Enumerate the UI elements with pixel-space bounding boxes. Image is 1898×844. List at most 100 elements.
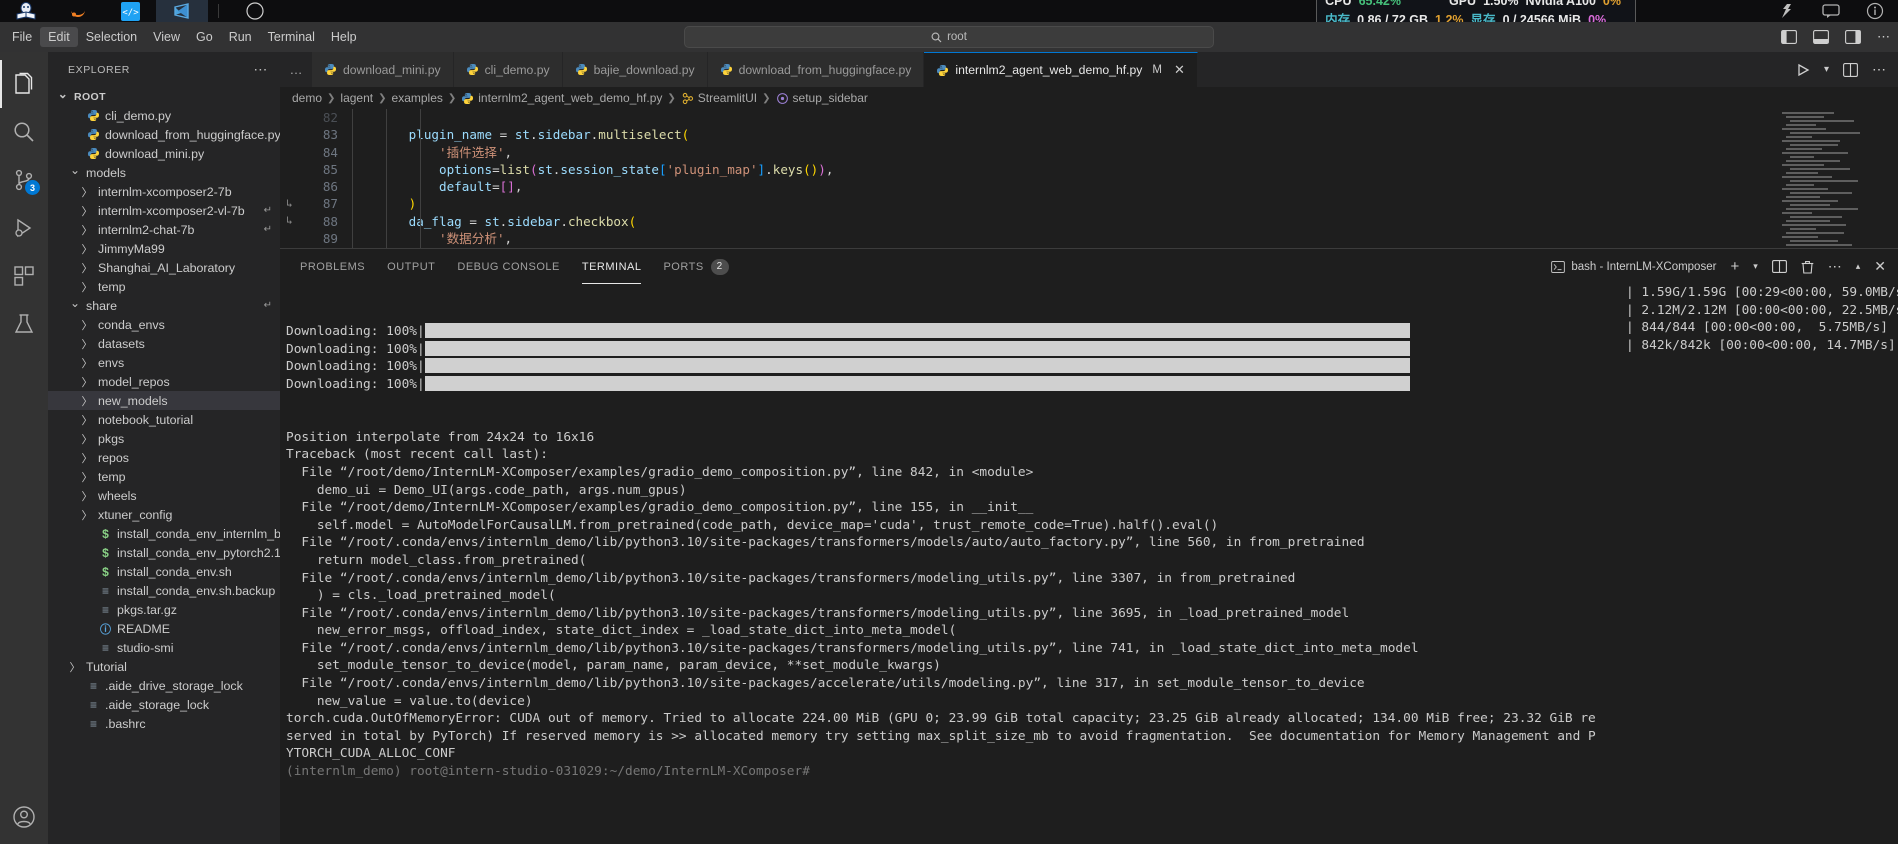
- tree-item-datasets[interactable]: datasets: [48, 334, 280, 353]
- menu-run[interactable]: Run: [221, 27, 260, 47]
- editor-tab-cli-demo-py[interactable]: cli_demo.py: [453, 52, 563, 87]
- tree-item-readme[interactable]: ⓘ README: [48, 619, 280, 638]
- menu-help[interactable]: Help: [323, 27, 365, 47]
- open-arrow-icon[interactable]: ↵: [264, 300, 272, 311]
- add-terminal-icon[interactable]: +: [1730, 258, 1739, 275]
- close-icon[interactable]: ✕: [1174, 62, 1185, 78]
- split-terminal-icon[interactable]: [1771, 260, 1787, 273]
- tree-item-xtuner-config[interactable]: xtuner_config: [48, 505, 280, 524]
- chat-icon[interactable]: [1822, 2, 1840, 20]
- tree-item-internlm-xcomposer2-7b[interactable]: internlm-xcomposer2-7b: [48, 182, 280, 201]
- breadcrumb-item-lagent[interactable]: lagent: [340, 91, 373, 105]
- toggle-panel-icon[interactable]: [1813, 30, 1829, 44]
- menu-file[interactable]: File: [4, 27, 40, 47]
- tree-item-temp[interactable]: temp: [48, 277, 280, 296]
- tree-item-cli-demo-py[interactable]: cli_demo.py: [48, 106, 280, 125]
- tree-item-install-conda-env-pytorch2-1-2-base-sh[interactable]: $ install_conda_env_pytorch2.1.2-base.sh: [48, 543, 280, 562]
- tree-item-download-from-huggingface-py[interactable]: download_from_huggingface.py: [48, 125, 280, 144]
- tree-item-jimmyma99[interactable]: JimmyMa99: [48, 239, 280, 258]
- tree-item-tutorial[interactable]: Tutorial: [48, 657, 280, 676]
- minimap[interactable]: [1776, 109, 1884, 248]
- more-icon[interactable]: ⋯: [1828, 258, 1842, 275]
- sidebar-item-accounts[interactable]: [0, 796, 48, 844]
- tree-item--aide-drive-storage-lock[interactable]: ≡ .aide_drive_storage_lock: [48, 676, 280, 695]
- tree-item-wheels[interactable]: wheels: [48, 486, 280, 505]
- toggle-primary-sidebar-icon[interactable]: [1781, 30, 1797, 44]
- code-content[interactable]: plugin_name = st.sidebar.multiselect( '插…: [348, 109, 1898, 248]
- tree-item-temp[interactable]: temp: [48, 467, 280, 486]
- run-icon[interactable]: [1796, 63, 1810, 77]
- panel-tab-terminal[interactable]: TERMINAL: [581, 249, 642, 284]
- chevron-up-icon[interactable]: ▴: [1856, 261, 1861, 272]
- open-arrow-icon[interactable]: ↵: [264, 224, 272, 235]
- editor-tab-download-mini-py[interactable]: download_mini.py: [312, 52, 454, 87]
- tree-item-repos[interactable]: repos: [48, 448, 280, 467]
- tree-root-row[interactable]: ROOT: [48, 87, 280, 106]
- menu-terminal[interactable]: Terminal: [260, 27, 323, 47]
- sidebar-item-source-control[interactable]: 3: [0, 156, 48, 204]
- tree-item-envs[interactable]: envs: [48, 353, 280, 372]
- tree-item--bashrc[interactable]: ≡ .bashrc: [48, 714, 280, 733]
- toggle-secondary-sidebar-icon[interactable]: [1845, 30, 1861, 44]
- sidebar-item-search[interactable]: [0, 108, 48, 156]
- tree-item-shanghai-ai-laboratory[interactable]: Shanghai_AI_Laboratory: [48, 258, 280, 277]
- close-icon[interactable]: ✕: [1874, 258, 1886, 275]
- os-tab-vscode[interactable]: [156, 0, 208, 22]
- tree-item-pkgs-tar-gz[interactable]: ≡ pkgs.tar.gz: [48, 600, 280, 619]
- sidebar-item-explorer[interactable]: [0, 60, 48, 108]
- open-arrow-icon[interactable]: ↵: [264, 205, 272, 216]
- editor-tab-internlm2-agent-web-demo-hf-py[interactable]: internlm2_agent_web_demo_hf.py M ✕: [924, 52, 1198, 87]
- menu-go[interactable]: Go: [188, 27, 221, 47]
- ellipsis-icon[interactable]: ⋯: [253, 61, 268, 78]
- tree-item-internlm-xcomposer2-vl-7b[interactable]: internlm-xcomposer2-vl-7b ↵: [48, 201, 280, 220]
- tree-item-download-mini-py[interactable]: download_mini.py: [48, 144, 280, 163]
- layout-icon[interactable]: [1778, 2, 1796, 20]
- breadcrumb-item-demo[interactable]: demo: [292, 91, 322, 105]
- editor-tab-download-from-huggingface-py[interactable]: download_from_huggingface.py: [707, 52, 925, 87]
- sidebar-item-extensions[interactable]: [0, 252, 48, 300]
- terminal-output[interactable]: Downloading: 100%| Downloading: 100%| Down…: [280, 284, 1898, 844]
- code-editor[interactable]: ↳ ↳ 8283848586878889909192 plugin_name =…: [280, 109, 1898, 248]
- os-tab-mamba[interactable]: [52, 0, 104, 22]
- os-tab-book[interactable]: [0, 0, 52, 22]
- more-actions-icon[interactable]: ⋯: [1872, 61, 1886, 78]
- panel-tab-problems[interactable]: PROBLEMS: [300, 249, 365, 284]
- editor-tab-bajie-download-py[interactable]: bajie_download.py: [562, 52, 708, 87]
- tree-item-share[interactable]: share ↵: [48, 296, 280, 315]
- tree-item-model-repos[interactable]: model_repos: [48, 372, 280, 391]
- tree-item-internlm2-chat-7b[interactable]: internlm2-chat-7b ↵: [48, 220, 280, 239]
- tabs-overflow-button[interactable]: …: [280, 52, 312, 87]
- chevron-down-icon[interactable]: ▾: [1753, 261, 1758, 272]
- chevron-down-icon[interactable]: ▾: [1824, 64, 1829, 75]
- command-center[interactable]: root: [684, 26, 1214, 48]
- panel-tab-ports[interactable]: PORTS 2: [663, 249, 729, 284]
- tree-item--aide-storage-lock[interactable]: ≡ .aide_storage_lock: [48, 695, 280, 714]
- tree-item-new-models[interactable]: new_models: [48, 391, 280, 410]
- menu-edit[interactable]: Edit: [40, 27, 78, 47]
- breadcrumb-item-method[interactable]: setup_sidebar: [776, 91, 868, 105]
- info-icon[interactable]: [1866, 2, 1884, 20]
- trash-icon[interactable]: [1801, 260, 1814, 274]
- panel-tab-debug-console[interactable]: DEBUG CONSOLE: [457, 249, 559, 284]
- menu-view[interactable]: View: [145, 27, 188, 47]
- tree-item-install-conda-env-internlm-base-sh[interactable]: $ install_conda_env_internlm_base.sh: [48, 524, 280, 543]
- tree-item-install-conda-env-sh-backup[interactable]: ≡ install_conda_env.sh.backup: [48, 581, 280, 600]
- breadcrumb-item-file[interactable]: internlm2_agent_web_demo_hf.py: [461, 91, 662, 105]
- breadcrumb-item-class[interactable]: StreamlitUI: [681, 91, 757, 105]
- terminal-prompt[interactable]: (internlm_demo) root@intern-studio-03102…: [286, 763, 1898, 781]
- tree-item-notebook-tutorial[interactable]: notebook_tutorial: [48, 410, 280, 429]
- os-tab-compass[interactable]: [229, 0, 281, 22]
- split-editor-icon[interactable]: [1843, 62, 1858, 77]
- sidebar-item-run-debug[interactable]: [0, 204, 48, 252]
- menu-selection[interactable]: Selection: [78, 27, 145, 47]
- breadcrumb-item-examples[interactable]: examples: [392, 91, 443, 105]
- tree-item-models[interactable]: models: [48, 163, 280, 182]
- panel-tab-output[interactable]: OUTPUT: [387, 249, 435, 284]
- os-tab-code[interactable]: </>: [104, 0, 156, 22]
- tree-item-pkgs[interactable]: pkgs: [48, 429, 280, 448]
- tree-item-install-conda-env-sh[interactable]: $ install_conda_env.sh: [48, 562, 280, 581]
- terminal-name[interactable]: bash - InternLM-XComposer: [1551, 260, 1716, 274]
- customize-layout-icon[interactable]: ⋯: [1877, 29, 1890, 45]
- sidebar-item-testing[interactable]: [0, 300, 48, 348]
- tree-item-studio-smi[interactable]: ≡ studio-smi: [48, 638, 280, 657]
